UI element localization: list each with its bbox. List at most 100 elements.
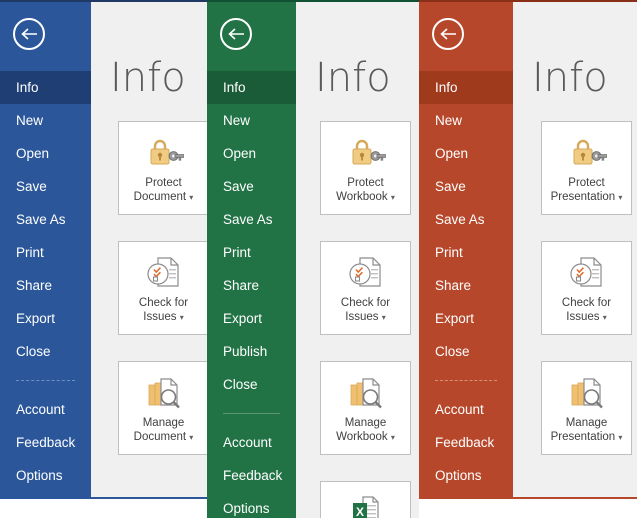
sidebar-item-export[interactable]: Export: [419, 302, 513, 335]
sidebar-item-share[interactable]: Share: [207, 269, 296, 302]
card-label-line1: Manage: [565, 417, 608, 429]
card-label-line1: Protect: [347, 177, 384, 189]
back-button[interactable]: [432, 18, 464, 50]
sidebar-item-open[interactable]: Open: [207, 137, 296, 170]
protect-workbook-button[interactable]: Protect Workbook ▾: [320, 121, 411, 215]
sidebar-item-info[interactable]: Info: [419, 71, 513, 104]
document-checklist-icon: [325, 252, 406, 292]
card-label: Check for Issues ▾: [123, 296, 204, 325]
excel-content-pane: Info Protect Workbook ▾ Check for Issues…: [296, 2, 419, 518]
document-search-icon: [123, 372, 204, 412]
chevron-down-icon[interactable]: ▾: [618, 193, 622, 202]
sidebar-divider: [435, 380, 497, 382]
chevron-down-icon[interactable]: ▾: [618, 433, 622, 442]
chevron-down-icon[interactable]: ▾: [391, 433, 395, 442]
card-label-line2: Issues: [345, 311, 379, 323]
card-label: Check for Issues ▾: [325, 296, 406, 325]
card-label-line1: Check for: [340, 297, 391, 309]
sidebar-divider: [223, 413, 280, 415]
powerpoint-nav-list: Info New Open Save Save As Print Share E…: [419, 71, 513, 492]
back-arrow-icon: [20, 27, 38, 41]
chevron-down-icon[interactable]: ▾: [382, 313, 386, 322]
powerpoint-content-pane: Info Protect Presentation ▾ Check for Is…: [513, 2, 637, 497]
sidebar-item-info[interactable]: Info: [0, 71, 91, 104]
manage-workbook-button[interactable]: Manage Workbook ▾: [320, 361, 411, 455]
sidebar-item-options[interactable]: Options: [207, 492, 296, 518]
sidebar-item-save-as[interactable]: Save As: [0, 203, 91, 236]
card-label-line2: Document: [133, 431, 187, 443]
page-title: Info: [315, 55, 391, 101]
chevron-down-icon[interactable]: ▾: [180, 313, 184, 322]
sidebar-item-export[interactable]: Export: [0, 302, 91, 335]
sidebar-item-account[interactable]: Account: [419, 393, 513, 426]
browser-view-options-button[interactable]: X: [320, 481, 411, 518]
sidebar-item-share[interactable]: Share: [0, 269, 91, 302]
svg-text:X: X: [355, 505, 363, 518]
sidebar-item-print[interactable]: Print: [419, 236, 513, 269]
excel-backstage-panel: Info New Open Save Save As Print Share E…: [207, 0, 419, 518]
check-for-issues-button[interactable]: Check for Issues ▾: [320, 241, 411, 335]
back-button[interactable]: [13, 18, 45, 50]
card-label-line2: Presentation: [550, 431, 616, 443]
word-content-pane: Info Protect Document ▾ Check for Issues…: [91, 2, 207, 497]
sidebar-item-share[interactable]: Share: [419, 269, 513, 302]
sidebar-item-new[interactable]: New: [0, 104, 91, 137]
card-label-line1: Protect: [145, 177, 182, 189]
chevron-down-icon[interactable]: ▾: [391, 193, 395, 202]
sidebar-item-save[interactable]: Save: [207, 170, 296, 203]
document-checklist-icon: [123, 252, 204, 292]
excel-card-list: Protect Workbook ▾ Check for Issues ▾ Ma…: [320, 121, 411, 518]
sidebar-item-feedback[interactable]: Feedback: [419, 426, 513, 459]
sidebar-item-feedback[interactable]: Feedback: [207, 459, 296, 492]
sidebar-item-account[interactable]: Account: [207, 426, 296, 459]
lock-key-icon: [123, 132, 204, 172]
powerpoint-sidebar: Info New Open Save Save As Print Share E…: [419, 2, 513, 497]
sidebar-item-options[interactable]: Options: [419, 459, 513, 492]
word-sidebar: Info New Open Save Save As Print Share E…: [0, 2, 91, 497]
sidebar-item-save-as[interactable]: Save As: [207, 203, 296, 236]
manage-document-button[interactable]: Manage Document ▾: [118, 361, 207, 455]
chevron-down-icon[interactable]: ▾: [603, 313, 607, 322]
protect-document-button[interactable]: Protect Document ▾: [118, 121, 207, 215]
chevron-down-icon[interactable]: ▾: [189, 433, 193, 442]
protect-presentation-button[interactable]: Protect Presentation ▾: [541, 121, 632, 215]
sidebar-item-options[interactable]: Options: [0, 459, 91, 492]
page-title: Info: [532, 55, 608, 101]
check-for-issues-button[interactable]: Check for Issues ▾: [541, 241, 632, 335]
sidebar-item-feedback[interactable]: Feedback: [0, 426, 91, 459]
sidebar-item-print[interactable]: Print: [207, 236, 296, 269]
card-label: Manage Workbook ▾: [325, 416, 406, 445]
powerpoint-card-list: Protect Presentation ▾ Check for Issues …: [541, 121, 632, 481]
sidebar-item-info[interactable]: Info: [207, 71, 296, 104]
chevron-down-icon[interactable]: ▾: [189, 193, 193, 202]
word-nav-list: Info New Open Save Save As Print Share E…: [0, 71, 91, 492]
sidebar-item-export[interactable]: Export: [207, 302, 296, 335]
sidebar-item-close[interactable]: Close: [0, 335, 91, 368]
sidebar-item-print[interactable]: Print: [0, 236, 91, 269]
card-label-line1: Protect: [568, 177, 605, 189]
sidebar-item-new[interactable]: New: [419, 104, 513, 137]
sidebar-item-save[interactable]: Save: [419, 170, 513, 203]
sidebar-item-close[interactable]: Close: [207, 368, 296, 401]
card-label: Protect Document ▾: [123, 176, 204, 205]
card-label-line2: Issues: [143, 311, 177, 323]
sidebar-divider: [16, 380, 75, 382]
card-label-line1: Check for: [561, 297, 612, 309]
document-search-icon: [546, 372, 627, 412]
check-for-issues-button[interactable]: Check for Issues ▾: [118, 241, 207, 335]
manage-presentation-button[interactable]: Manage Presentation ▾: [541, 361, 632, 455]
sidebar-item-account[interactable]: Account: [0, 393, 91, 426]
sidebar-item-save[interactable]: Save: [0, 170, 91, 203]
sidebar-item-close[interactable]: Close: [419, 335, 513, 368]
card-label-line2: Presentation: [550, 191, 616, 203]
sidebar-item-new[interactable]: New: [207, 104, 296, 137]
sidebar-item-open[interactable]: Open: [0, 137, 91, 170]
card-label-line2: Workbook: [336, 191, 388, 203]
back-arrow-icon: [227, 27, 245, 41]
sidebar-item-save-as[interactable]: Save As: [419, 203, 513, 236]
lock-key-icon: [546, 132, 627, 172]
sidebar-item-open[interactable]: Open: [419, 137, 513, 170]
sidebar-item-publish[interactable]: Publish: [207, 335, 296, 368]
excel-browser-view-icon: X: [325, 492, 406, 518]
back-button[interactable]: [220, 18, 252, 50]
